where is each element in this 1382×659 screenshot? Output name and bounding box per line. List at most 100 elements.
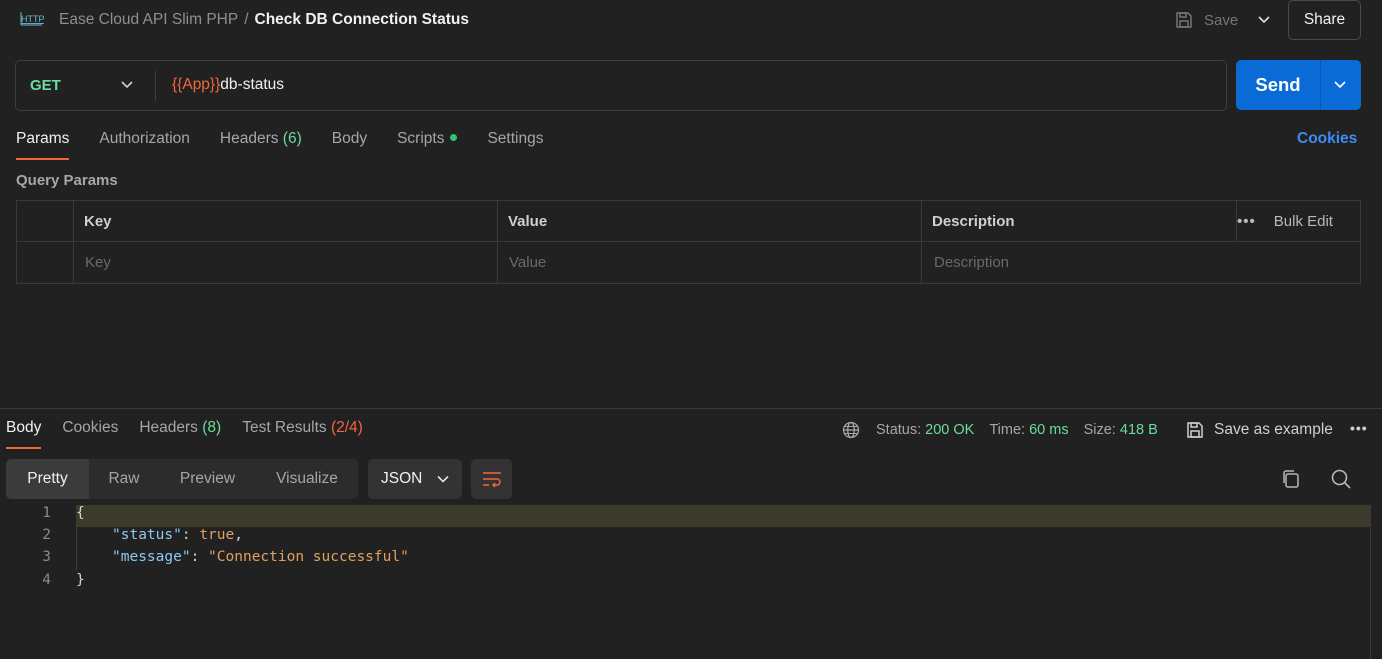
chevron-down-icon[interactable] [1254, 10, 1274, 30]
request-tabs: Params Authorization Headers (6) Body Sc… [16, 130, 573, 160]
column-value: Value [508, 213, 548, 230]
tab-body[interactable]: Body [332, 130, 367, 160]
view-visualize-button[interactable]: Visualize [256, 459, 358, 499]
format-select[interactable]: JSON [368, 459, 462, 499]
code-text: } [76, 572, 85, 588]
value-input[interactable]: Value [499, 242, 546, 283]
url-path: db-status [220, 76, 285, 93]
tab-label: Headers [139, 419, 198, 436]
divider [497, 201, 498, 283]
url-input[interactable]: {{App}}db-status [172, 76, 284, 94]
scripts-indicator-dot [450, 134, 458, 142]
cookies-link[interactable]: Cookies [1297, 130, 1357, 148]
code-text: "message": "Connection successful" [112, 549, 409, 565]
view-raw-button[interactable]: Raw [89, 459, 159, 499]
headers-count: (8) [202, 419, 222, 436]
save-button[interactable]: Save [1174, 8, 1238, 32]
line-number: 4 [42, 572, 51, 588]
line-number: 1 [42, 505, 51, 521]
description-input[interactable]: Description [924, 242, 1009, 283]
headers-count: (6) [282, 130, 302, 147]
chevron-down-icon [437, 475, 449, 483]
tab-label: Cookies [62, 419, 119, 436]
url-variable: {{App}} [172, 76, 221, 93]
search-icon[interactable] [1330, 468, 1352, 490]
json-key: "message" [112, 549, 191, 565]
json-value: "Connection successful" [208, 549, 409, 565]
breadcrumb-separator: / [244, 11, 249, 28]
tab-label: Scripts [397, 130, 445, 147]
share-button[interactable]: Share [1288, 0, 1361, 40]
view-preview-button[interactable]: Preview [159, 459, 256, 499]
breadcrumb-collection[interactable]: Ease Cloud API Slim PHP [59, 11, 238, 28]
code-line: 1 { [0, 505, 1372, 527]
tab-authorization[interactable]: Authorization [99, 130, 189, 160]
divider [921, 201, 922, 283]
save-icon [1187, 422, 1203, 438]
breadcrumb: Ease Cloud API Slim PHP / Check DB Connect… [59, 11, 469, 29]
tab-settings[interactable]: Settings [487, 130, 543, 160]
line-number: 3 [42, 549, 51, 565]
method-select[interactable]: GET [30, 77, 61, 94]
table-header-row: Key Value Description ••• Bulk Edit [17, 201, 1360, 242]
view-pretty-button[interactable]: Pretty [6, 459, 89, 499]
svg-text:HTTP: HTTP [21, 14, 44, 24]
json-value: true [199, 527, 235, 543]
response-tabs: Body Cookies Headers (8) Test Results (2… [6, 419, 384, 449]
code-line: 4 } [0, 572, 1372, 594]
tab-params[interactable]: Params [16, 130, 70, 160]
tab-label: Authorization [99, 130, 190, 147]
tab-label: Body [6, 419, 42, 436]
tab-test-results[interactable]: Test Results (2/4) [242, 419, 363, 449]
chevron-down-icon[interactable] [1331, 76, 1349, 94]
globe-icon[interactable] [842, 421, 860, 439]
response-code-viewer[interactable]: 1 { 2 "status": true, 3 "message": "Conn… [0, 504, 1372, 659]
tab-response-body[interactable]: Body [6, 419, 42, 449]
status-label: Status: [876, 422, 922, 438]
tab-label: Test Results [242, 419, 327, 436]
tab-label: Body [331, 130, 368, 147]
view-mode-group: Pretty Raw Preview Visualize [6, 459, 358, 499]
tab-label: Settings [487, 130, 544, 147]
column-key: Key [84, 213, 112, 230]
more-options-icon[interactable]: ••• [1350, 420, 1368, 436]
code-line: 3 "message": "Connection successful" [0, 549, 1372, 571]
size-label: Size: [1083, 422, 1116, 438]
status-value[interactable]: 200 OK [925, 422, 974, 438]
column-description: Description [932, 213, 1015, 230]
tab-headers[interactable]: Headers (6) [220, 130, 302, 160]
scrollbar[interactable] [1370, 504, 1371, 659]
url-bar: GET {{App}}db-status [15, 60, 1227, 111]
http-icon: HTTP [20, 12, 44, 26]
code-line: 2 "status": true, [0, 527, 1372, 549]
query-params-label: Query Params [16, 172, 118, 189]
chevron-down-icon[interactable] [118, 76, 136, 94]
request-title[interactable]: Check DB Connection Status [255, 11, 469, 28]
save-icon [1176, 12, 1192, 28]
save-label: Save [1204, 11, 1239, 29]
more-options-icon[interactable]: ••• [1237, 213, 1256, 230]
query-params-table: Key Value Description ••• Bulk Edit Key … [16, 200, 1361, 284]
tab-response-cookies[interactable]: Cookies [62, 419, 118, 449]
tab-response-headers[interactable]: Headers (8) [139, 419, 221, 449]
divider [1236, 201, 1237, 242]
format-value: JSON [381, 470, 423, 487]
table-row: Key Value Description [17, 242, 1360, 283]
save-as-example-button[interactable]: Save as example [1185, 419, 1333, 441]
time-label: Time: [989, 422, 1026, 438]
size-value[interactable]: 418 B [1120, 422, 1158, 438]
key-input[interactable]: Key [75, 242, 111, 283]
wrap-lines-icon [482, 472, 501, 488]
tab-scripts[interactable]: Scripts [397, 130, 458, 160]
time-value[interactable]: 60 ms [1029, 422, 1069, 438]
json-key: "status" [112, 527, 182, 543]
line-number: 2 [42, 527, 51, 543]
bulk-edit-button[interactable]: Bulk Edit [1274, 213, 1333, 230]
wrap-lines-button[interactable] [471, 459, 512, 499]
panel-resize-handle[interactable] [0, 408, 1382, 409]
send-button[interactable]: Send [1236, 60, 1320, 110]
code-text: { [76, 505, 85, 521]
copy-icon[interactable] [1280, 468, 1302, 490]
divider [1320, 60, 1321, 110]
test-results-count: (2/4) [330, 419, 363, 436]
